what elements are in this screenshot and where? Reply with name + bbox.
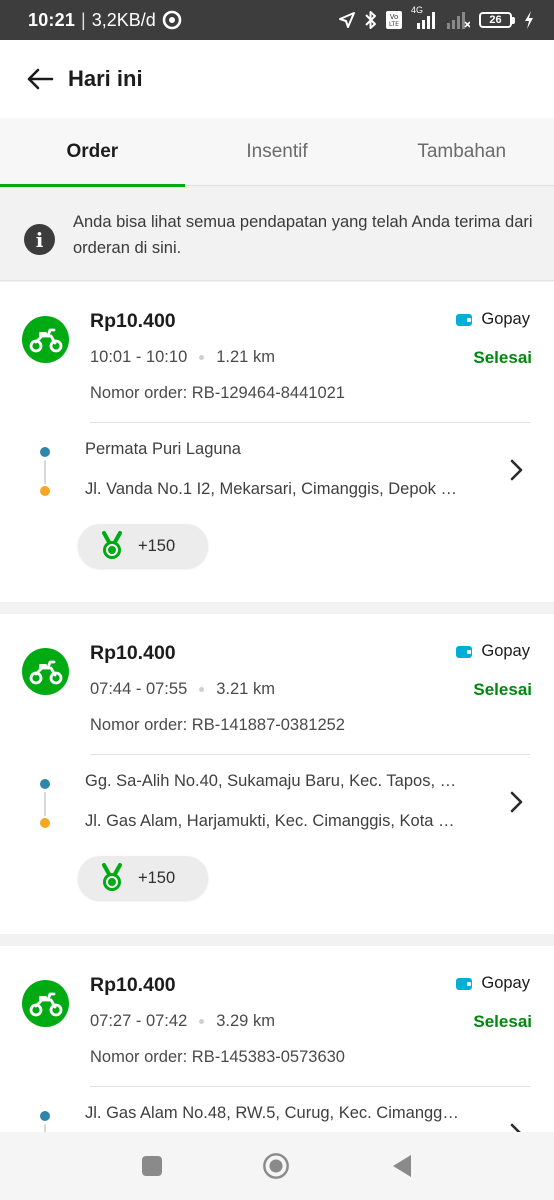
separator-dot [199, 355, 205, 360]
order-distance: 1.21 km [216, 348, 275, 366]
order-time: 07:44 - 07:55 [90, 680, 188, 698]
arrow-left-icon [27, 68, 54, 90]
battery-level: 26 [479, 12, 512, 28]
svg-text:Vo: Vo [390, 13, 399, 21]
order-status: Selesai [473, 680, 532, 699]
charging-icon [524, 11, 534, 29]
points-value: +150 [138, 536, 176, 555]
dropoff-address: Jl. Gas Alam, Harjamukti, Kec. Cimanggis… [85, 812, 455, 830]
info-icon: i [24, 224, 55, 255]
home-button[interactable] [262, 1152, 290, 1180]
order-price: Rp10.400 [90, 974, 176, 996]
chevron-right-icon[interactable] [506, 1122, 526, 1132]
points-badge: +150 [78, 856, 208, 900]
separator-dot [199, 687, 205, 692]
order-time-distance: 10:01 - 10:10 1.21 km [90, 348, 275, 367]
square-icon [142, 1156, 162, 1176]
info-banner: i Anda bisa lihat semua pendapatan yang … [0, 187, 554, 281]
divider [90, 422, 530, 423]
tab-tambahan[interactable]: Tambahan [369, 118, 554, 186]
chevron-right-icon[interactable] [506, 458, 526, 482]
screen: 10:21 | 3,2KB/d Vo LTE 4G 26 Hari ini Or… [0, 0, 554, 1200]
dropoff-dot [40, 818, 50, 828]
pickup-dot [40, 779, 50, 789]
order-price: Rp10.400 [90, 642, 176, 664]
order-time: 07:27 - 07:42 [90, 1012, 188, 1030]
scooter-icon [22, 648, 69, 695]
info-text: Anda bisa lihat semua pendapatan yang te… [73, 213, 533, 257]
order-price: Rp10.400 [90, 310, 176, 332]
medal-icon [102, 863, 122, 891]
tab-insentif[interactable]: Insentif [185, 118, 370, 186]
battery-icon: 26 [479, 12, 515, 28]
payment-label: Gopay [481, 974, 530, 992]
recents-button[interactable] [138, 1152, 166, 1180]
order-time-distance: 07:44 - 07:55 3.21 km [90, 680, 275, 699]
scooter-icon [22, 316, 69, 363]
dropoff-dot [40, 486, 50, 496]
status-bar-left: 10:21 | 3,2KB/d [28, 10, 182, 31]
volte-icon: Vo LTE [386, 11, 402, 29]
divider [90, 1086, 530, 1087]
order-number: Nomor order: RB-141887-0381252 [90, 716, 345, 734]
order-distance: 3.21 km [216, 680, 275, 698]
network-type: 4G [411, 5, 424, 15]
route-line [44, 460, 46, 484]
wallet-icon [456, 977, 473, 990]
signal-weak-icon [446, 11, 470, 29]
tab-bar: Order Insentif Tambahan [0, 118, 554, 187]
wallet-icon [456, 645, 473, 658]
points-value: +150 [138, 868, 176, 887]
app-bar: Hari ini [0, 40, 554, 118]
triangle-back-icon [393, 1155, 411, 1177]
order-card[interactable]: Rp10.400 10:01 - 10:10 1.21 km Nomor ord… [0, 282, 554, 602]
app-notification-icon [162, 10, 182, 30]
order-number: Nomor order: RB-129464-8441021 [90, 384, 345, 402]
home-circle-icon [263, 1153, 289, 1179]
pickup-dot [40, 447, 50, 457]
order-status: Selesai [473, 1012, 532, 1031]
back-button[interactable] [24, 63, 56, 95]
system-nav-bar [0, 1132, 554, 1200]
pickup-address: Jl. Gas Alam No.48, RW.5, Curug, Kec. Ci… [85, 1104, 459, 1122]
status-bar: 10:21 | 3,2KB/d Vo LTE 4G 26 [0, 0, 554, 40]
wallet-icon [456, 313, 473, 326]
back-nav-button[interactable] [388, 1152, 416, 1180]
order-card[interactable]: Rp10.400 07:44 - 07:55 3.21 km Nomor ord… [0, 614, 554, 934]
bluetooth-icon [365, 10, 377, 30]
location-icon [338, 11, 356, 29]
order-status: Selesai [473, 348, 532, 367]
battery-tip [512, 16, 515, 24]
divider [90, 754, 530, 755]
payment-method: Gopay [456, 974, 530, 993]
payment-method: Gopay [456, 310, 530, 329]
svg-text:LTE: LTE [389, 21, 399, 28]
status-bar-right: Vo LTE 4G 26 [338, 5, 534, 30]
status-separator: | [81, 9, 86, 30]
clock: 10:21 [28, 9, 76, 30]
route-line [44, 792, 46, 816]
separator-dot [199, 1019, 205, 1024]
payment-label: Gopay [481, 642, 530, 660]
tab-order[interactable]: Order [0, 118, 185, 187]
pickup-dot [40, 1111, 50, 1121]
order-time-distance: 07:27 - 07:42 3.29 km [90, 1012, 275, 1031]
signal-4g-icon: 4G [411, 5, 437, 29]
pickup-address: Gg. Sa-Alih No.40, Sukamaju Baru, Kec. T… [85, 772, 457, 790]
page-title: Hari ini [68, 66, 143, 91]
payment-label: Gopay [481, 310, 530, 328]
route-line [44, 1124, 46, 1132]
order-time: 10:01 - 10:10 [90, 348, 188, 366]
network-speed: 3,2KB/d [91, 9, 156, 30]
medal-icon [102, 531, 122, 559]
pickup-address: Permata Puri Laguna [85, 440, 241, 458]
points-badge: +150 [78, 524, 208, 568]
order-number: Nomor order: RB-145383-0573630 [90, 1048, 345, 1066]
order-distance: 3.29 km [216, 1012, 275, 1030]
order-card[interactable]: Rp10.400 07:27 - 07:42 3.29 km Nomor ord… [0, 946, 554, 1132]
chevron-right-icon[interactable] [506, 790, 526, 814]
scooter-icon [22, 980, 69, 1027]
dropoff-address: Jl. Vanda No.1 I2, Mekarsari, Cimanggis,… [85, 480, 458, 498]
payment-method: Gopay [456, 642, 530, 661]
